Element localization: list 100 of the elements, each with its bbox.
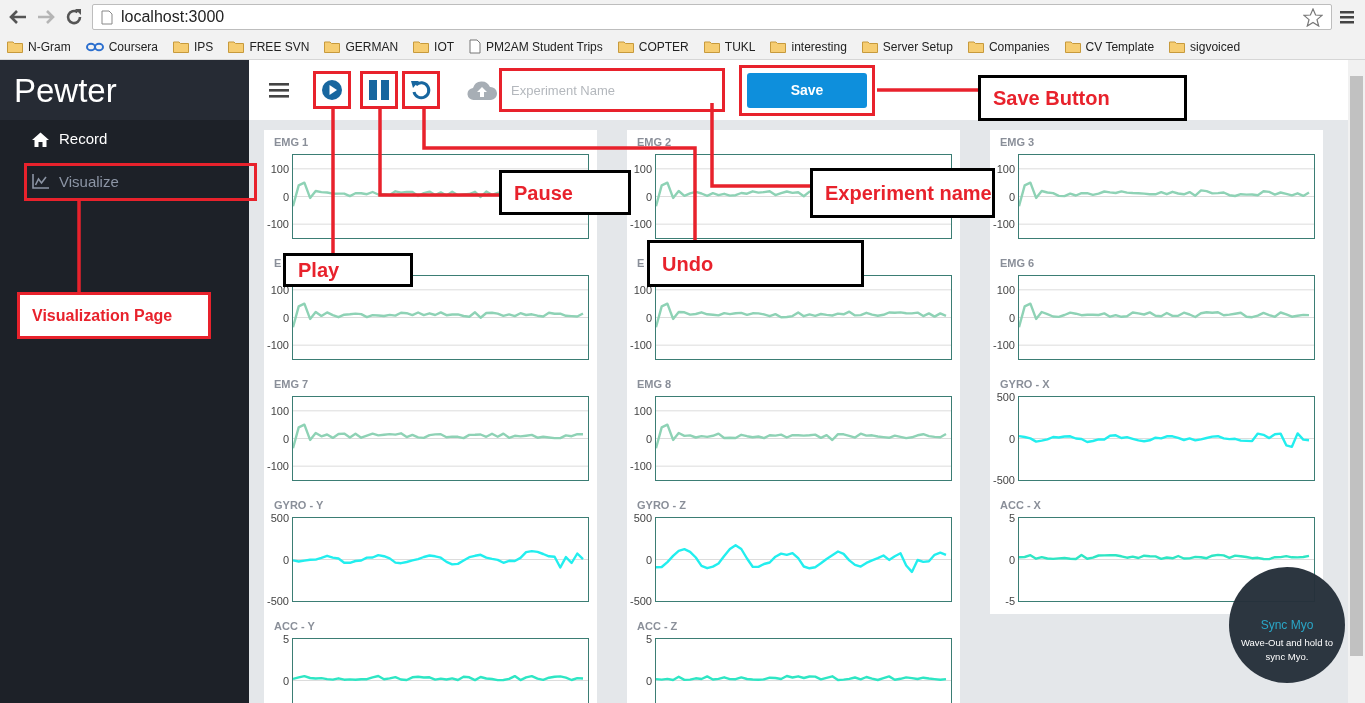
address-bar[interactable]: localhost:3000 xyxy=(92,4,1332,30)
chart-title: E xyxy=(637,257,645,269)
axis-tick-label: 100 xyxy=(270,404,289,417)
folder-icon xyxy=(703,40,720,53)
axis-tick-label: 0 xyxy=(282,674,289,687)
save-button[interactable]: Save xyxy=(747,72,867,108)
popup-message: Wave-Out and hold to sync Myo. xyxy=(1239,636,1335,664)
axis-tick-label: 100 xyxy=(996,162,1015,175)
bookmark[interactable]: N-Gram xyxy=(6,37,72,56)
axis-tick-label: 100 xyxy=(996,283,1015,296)
reload-icon xyxy=(65,8,83,26)
star-icon[interactable] xyxy=(1303,7,1323,27)
axis-tick-label: 0 xyxy=(282,190,289,203)
callout-label: Experiment name xyxy=(810,168,995,218)
play-icon xyxy=(321,79,343,101)
axis-tick-label: -100 xyxy=(266,339,289,352)
axis-tick-label: 0 xyxy=(1008,553,1015,566)
bookmark[interactable]: TUKL xyxy=(702,37,757,56)
axis-tick-label: -500 xyxy=(266,595,289,607)
folder-icon xyxy=(967,40,984,53)
popup-title: Sync Myo xyxy=(1260,617,1314,634)
axis-tick-label: 5 xyxy=(1008,512,1015,524)
chart-title: ACC - X xyxy=(1000,499,1041,511)
chart-title: EMG 8 xyxy=(637,378,672,390)
axis-tick-label: 0 xyxy=(645,311,652,324)
sidebar-item[interactable]: Visualize xyxy=(32,170,249,193)
bookmark[interactable]: CV Template xyxy=(1063,37,1156,56)
axis-tick-label: 0 xyxy=(645,674,652,687)
folder-icon xyxy=(770,40,787,53)
undo-icon xyxy=(410,79,432,101)
folder-icon xyxy=(1169,40,1186,53)
pause-button[interactable] xyxy=(368,79,390,101)
axis-tick-label: -500 xyxy=(992,474,1015,486)
undo-button[interactable] xyxy=(410,79,432,101)
folder-icon xyxy=(1064,40,1081,53)
axis-tick-label: 500 xyxy=(633,512,652,524)
bookmark[interactable]: IPS xyxy=(172,37,215,56)
menu-icon[interactable] xyxy=(269,82,289,98)
folder-icon xyxy=(7,40,23,53)
axis-tick-label: 0 xyxy=(645,432,652,445)
chart-title: EMG 2 xyxy=(637,136,672,148)
bookmark[interactable]: Server Setup xyxy=(860,37,954,56)
axis-tick-label: 500 xyxy=(996,391,1015,403)
bookmark[interactable]: COPTER xyxy=(616,37,690,56)
play-button[interactable] xyxy=(321,79,343,101)
sidebar-item[interactable]: Record xyxy=(32,128,249,151)
bookmark[interactable]: sigvoiced xyxy=(1168,37,1242,56)
chart-title: E xyxy=(274,257,282,269)
axis-tick-label: -100 xyxy=(266,460,289,473)
folder-icon xyxy=(228,40,245,53)
chart-title: EMG 3 xyxy=(1000,136,1035,148)
chart-title: EMG 1 xyxy=(274,136,309,148)
folder-icon xyxy=(324,40,341,53)
bookmark[interactable]: GERMAN xyxy=(323,37,400,56)
infinity-icon xyxy=(85,41,104,52)
scrollbar[interactable] xyxy=(1348,60,1365,703)
axis-tick-label: 0 xyxy=(282,311,289,324)
axis-tick-label: 500 xyxy=(270,512,289,524)
highlight-frame xyxy=(402,71,440,109)
home-icon xyxy=(32,131,49,147)
app-title: Pewter xyxy=(14,73,117,107)
axis-tick-label: 5 xyxy=(282,633,289,645)
axis-tick-label: 0 xyxy=(645,190,652,203)
back-icon xyxy=(9,9,27,25)
axis-tick-label: 0 xyxy=(645,553,652,566)
callout-label: Undo xyxy=(647,240,864,287)
chart-title: EMG 7 xyxy=(274,378,309,390)
bookmark[interactable]: Companies xyxy=(966,37,1051,56)
bookmark[interactable]: PM2AM Student Trips xyxy=(468,37,604,56)
chart-title: GYRO - X xyxy=(1000,378,1050,390)
axis-tick-label: -100 xyxy=(629,460,652,473)
folder-icon xyxy=(173,40,190,53)
bookmark[interactable]: Coursera xyxy=(84,37,160,56)
menu-icon[interactable] xyxy=(1340,10,1354,24)
axis-tick-label: 0 xyxy=(1008,432,1015,445)
callout-label: Save Button xyxy=(978,75,1187,121)
chart-icon xyxy=(32,174,49,190)
bookmark[interactable]: IOT xyxy=(412,37,456,56)
callout-label: Play xyxy=(283,253,413,287)
axis-tick-label: 5 xyxy=(645,633,652,645)
bookmark[interactable]: FREE SVN xyxy=(227,37,311,56)
axis-tick-label: -100 xyxy=(266,218,289,231)
callout-label: Pause xyxy=(499,170,631,215)
page-icon xyxy=(101,9,113,25)
axis-tick-label: -100 xyxy=(629,218,652,231)
axis-tick-label: 0 xyxy=(1008,311,1015,324)
bookmark[interactable]: interesting xyxy=(769,37,848,56)
axis-tick-label: -500 xyxy=(629,595,652,607)
callout-label: Visualization Page xyxy=(17,292,211,339)
folder-icon xyxy=(413,40,430,53)
chart-title: GYRO - Z xyxy=(637,499,686,511)
forward-icon xyxy=(37,9,55,25)
axis-tick-label: 0 xyxy=(282,432,289,445)
chart-title: ACC - Y xyxy=(274,620,315,632)
pause-icon xyxy=(368,79,390,101)
scrollbar-thumb[interactable] xyxy=(1350,76,1363,656)
highlight-frame xyxy=(360,71,398,109)
chart-title: GYRO - Y xyxy=(274,499,324,511)
axis-tick-label: 0 xyxy=(1008,190,1015,203)
axis-tick-label: -5 xyxy=(1005,595,1015,607)
